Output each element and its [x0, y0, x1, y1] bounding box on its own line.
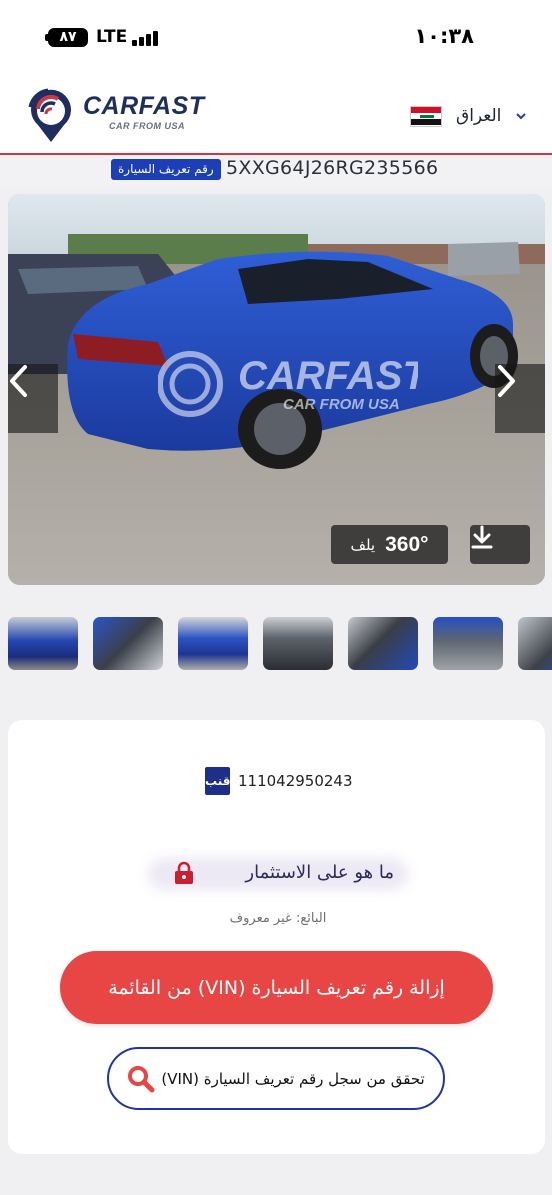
logo-text: CARFAST	[83, 92, 205, 120]
seller-info: البائع: غير معروف	[229, 911, 327, 926]
check-vin-label: تحقق من سجل رقم تعريف السيارة (VIN)	[161, 1069, 425, 1088]
chevron-down-icon	[516, 113, 527, 120]
battery-indicator: ٨٧	[48, 28, 88, 47]
lot-info: قنب 111042950243	[205, 767, 353, 795]
download-button[interactable]	[470, 525, 530, 564]
thumbnail-engine-bay[interactable]	[433, 617, 503, 670]
network-type: LTE	[96, 27, 128, 47]
clock: ١٠:٣٨	[414, 24, 474, 48]
country-name: العراق	[456, 106, 502, 126]
thumbnail-interior-front[interactable]	[93, 617, 163, 670]
thumbnail-interior-seats[interactable]	[348, 617, 418, 670]
details-card: قنب 111042950243 ما هو على الاستثمار الب…	[8, 720, 545, 1154]
gallery-next-button[interactable]	[495, 364, 545, 433]
check-vin-history-button[interactable]: تحقق من سجل رقم تعريف السيارة (VIN)	[107, 1047, 445, 1110]
app-header: CARFAST CAR FROM USA العراق	[0, 75, 552, 155]
rotate-label: يلف	[350, 535, 376, 554]
watermark-subtitle: CAR FROM USA	[283, 396, 400, 413]
iraq-flag-icon	[410, 105, 442, 127]
rotate-360-icon: 360°	[385, 532, 429, 556]
vin-label-badge: رقم تعريف السيارة	[111, 159, 221, 180]
carfast-logo-icon[interactable]	[28, 87, 74, 143]
thumbnail-strip[interactable]	[8, 617, 552, 672]
thumbnail-dashboard[interactable]	[263, 617, 333, 670]
photo-gallery[interactable]: CARFAST CAR FROM USA يلف 360°	[8, 194, 545, 585]
watermark-text: CARFAST	[238, 354, 418, 398]
signal-icon	[132, 30, 164, 46]
search-icon	[128, 1065, 155, 1092]
lock-icon	[175, 861, 193, 884]
gallery-prev-button[interactable]	[8, 364, 58, 433]
thumbnail-interior-side[interactable]	[518, 617, 552, 670]
investment-section[interactable]: ما هو على الاستثمار	[148, 850, 408, 896]
thumbnail-exterior-rear[interactable]	[8, 617, 78, 670]
logo-subtitle: CAR FROM USA	[109, 121, 185, 131]
chevron-right-icon	[498, 365, 515, 397]
remove-vin-button[interactable]: إزالة رقم تعريف السيارة (VIN) من القائمة	[60, 951, 493, 1024]
country-selector[interactable]: العراق	[410, 103, 527, 129]
status-bar: ٨٧ LTE ١٠:٣٨	[0, 0, 552, 75]
vin-number[interactable]: 5XXG64J26RG235566	[226, 157, 438, 179]
lot-badge: قنب	[205, 767, 230, 795]
lot-number[interactable]: 111042950243	[238, 772, 353, 790]
rotate-360-button[interactable]: يلف 360°	[331, 525, 448, 564]
thumbnail-exterior-rear-close[interactable]	[178, 617, 248, 670]
download-icon	[471, 525, 493, 549]
chevron-left-icon	[10, 365, 27, 397]
vin-row: رقم تعريف السيارة 5XXG64J26RG235566	[0, 155, 552, 188]
investment-label: ما هو على الاستثمار	[245, 862, 394, 883]
